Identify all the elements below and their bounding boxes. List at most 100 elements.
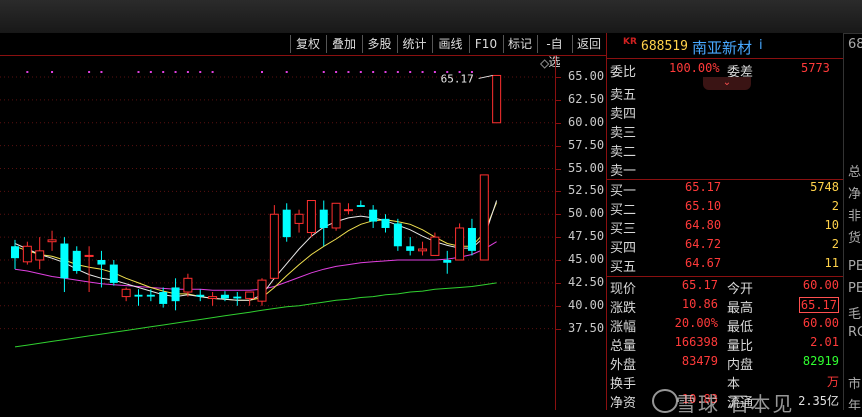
buy-price: 65.10: [685, 199, 722, 213]
sell-label: 卖二: [610, 145, 637, 160]
event-marker: [51, 71, 54, 73]
stat-label: 量比: [727, 339, 754, 354]
candle-body: [343, 209, 353, 212]
diamond-icon: [539, 59, 550, 69]
stat-value: 65.17: [681, 278, 718, 292]
buy-price: 64.72: [685, 237, 722, 251]
divider: [607, 276, 843, 277]
buy-row[interactable]: 买一 65.17 5748: [607, 180, 843, 199]
candle-body: [159, 292, 168, 304]
toolbar-button-2[interactable]: 多股: [362, 35, 396, 53]
stock-header[interactable]: KR 688519 南亚新材 i: [607, 33, 843, 59]
high-price-annotation: 65.17: [441, 72, 474, 85]
candle-body: [306, 200, 316, 234]
side-label: PE: [848, 259, 862, 274]
side-label: PE: [848, 281, 862, 296]
info-icon[interactable]: i: [759, 38, 763, 53]
y-tick-mark: [556, 237, 561, 239]
candlestick-chart[interactable]: 65.17: [0, 56, 555, 410]
candle-body: [356, 205, 365, 207]
candle-body: [319, 209, 328, 228]
candle-body: [257, 279, 267, 302]
event-marker: [88, 71, 91, 73]
sell-row[interactable]: 卖一: [607, 160, 843, 179]
event-marker: [347, 71, 350, 73]
window-title-bar: [0, 0, 862, 34]
sell-label: 卖一: [610, 164, 637, 179]
y-tick-mark: [556, 168, 561, 170]
candle-body: [467, 227, 476, 251]
event-marker: [162, 71, 165, 73]
sell-label: 卖四: [610, 107, 637, 122]
candle-body: [282, 209, 291, 238]
stock-code: 688519: [641, 39, 688, 54]
buy-row[interactable]: 买二 65.10 2: [607, 199, 843, 218]
candle-body: [171, 287, 180, 302]
sell-row[interactable]: 卖三: [607, 122, 843, 141]
candle-body: [443, 260, 452, 263]
stat-label: 外盘: [610, 358, 637, 373]
toolbar-button-3[interactable]: 统计: [397, 35, 431, 53]
candle-body: [183, 277, 193, 293]
toolbar-button-8[interactable]: 返回: [572, 35, 605, 53]
candle-body: [109, 264, 118, 283]
candle-body: [430, 236, 440, 256]
watermark: 雪球 石本见: [676, 392, 795, 416]
event-marker: [186, 71, 189, 73]
candle-body: [22, 245, 32, 263]
stat-value: 60.00: [802, 316, 839, 330]
event-marker: [285, 71, 288, 73]
buy-label: 买一: [610, 184, 637, 199]
y-tick-label: 57.50: [568, 137, 605, 152]
y-tick-label: 62.50: [568, 91, 605, 106]
candle-body: [369, 209, 378, 222]
candle-body: [245, 291, 255, 299]
y-tick-mark: [556, 305, 561, 307]
stat-value: 20.00%: [674, 316, 718, 330]
side-label: 市: [848, 377, 862, 392]
candle-body: [331, 202, 341, 229]
buy-row[interactable]: 买四 64.72 2: [607, 237, 843, 256]
buy-volume: 11: [824, 256, 839, 270]
buy-volume: 5748: [810, 180, 839, 194]
stat-row: 总量 166398 量比 2.01: [607, 335, 843, 354]
event-marker: [396, 71, 399, 73]
toolbar-button-0[interactable]: 复权: [290, 35, 325, 53]
stat-value: 82919: [802, 354, 839, 368]
sell-row[interactable]: 卖二: [607, 141, 843, 160]
toolbar-button-1[interactable]: 叠加: [326, 35, 361, 53]
toolbar-button-5[interactable]: F10: [469, 35, 502, 53]
stat-label: 换手: [610, 377, 637, 392]
side-label: 年: [848, 399, 862, 410]
y-tick-label: 50.00: [568, 206, 605, 221]
toolbar-button-6[interactable]: 标记: [503, 35, 536, 53]
candle-body: [72, 250, 81, 271]
kr-badge: KR: [623, 37, 637, 47]
sell-row[interactable]: 卖四: [607, 103, 843, 122]
side-label: 毛: [848, 307, 862, 322]
buy-row[interactable]: 买五 64.67 11: [607, 256, 843, 275]
toolbar-button-4[interactable]: 画线: [432, 35, 468, 53]
candle-body: [492, 74, 502, 124]
y-tick-label: 55.00: [568, 160, 605, 175]
buy-label: 买五: [610, 260, 637, 275]
stat-label: 总量: [610, 339, 637, 354]
toolbar-button-7[interactable]: -自选: [537, 35, 571, 69]
buy-row[interactable]: 买三 64.80 10: [607, 218, 843, 237]
stat-label: 现价: [610, 282, 637, 297]
event-marker: [335, 71, 338, 73]
candle-body: [406, 246, 415, 251]
buy-volume: 2: [831, 237, 839, 251]
stat-label: 内盘: [727, 358, 754, 373]
stat-label: 涨幅: [610, 320, 637, 335]
y-tick-mark: [556, 260, 561, 261]
stat-row: 涨幅 20.00% 最低 60.00: [607, 316, 843, 335]
candle-body: [47, 239, 57, 243]
y-tick-mark: [556, 122, 561, 124]
candle-body: [84, 254, 94, 257]
side-label: RO: [848, 325, 862, 340]
chart-toolbar: 复权叠加多股统计画线F10标记-自选返回: [0, 33, 606, 69]
sell-row[interactable]: 卖五: [607, 84, 843, 103]
buy-volume: 10: [824, 218, 839, 232]
event-marker: [174, 71, 177, 73]
